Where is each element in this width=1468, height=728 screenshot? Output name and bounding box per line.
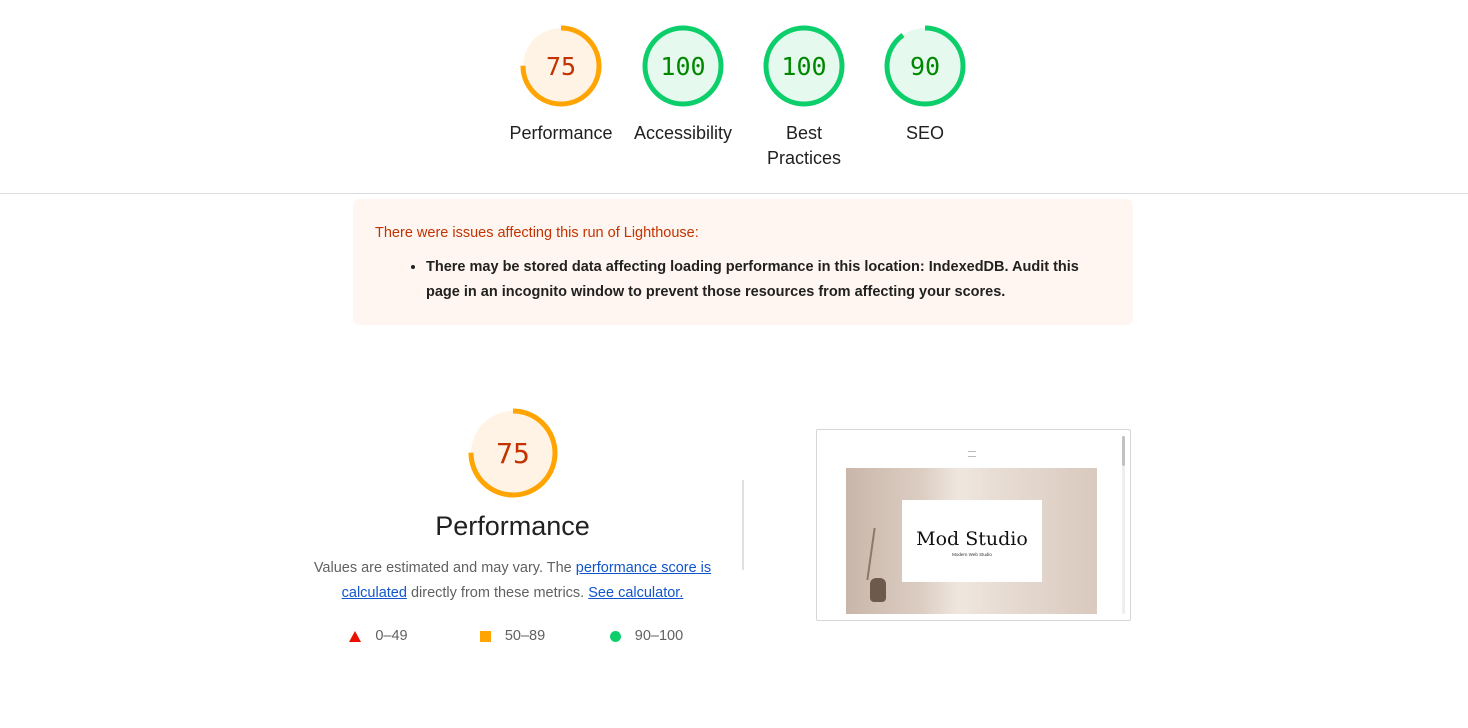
gauge-best-practices[interactable]: 100 Best Practices	[749, 24, 859, 171]
gauge-accessibility[interactable]: 100 Accessibility	[628, 24, 738, 146]
warning-item: There may be stored data affecting loadi…	[426, 255, 1111, 305]
legend-average-label: 50–89	[504, 628, 546, 644]
performance-gauge-ring: 75	[468, 408, 557, 498]
warning-title: There were issues affecting this run of …	[375, 225, 699, 241]
gauge-seo-ring: 90	[884, 25, 966, 107]
run-warnings: There were issues affecting this run of …	[353, 199, 1133, 325]
gauge-best-practices-label: Best Practices	[749, 121, 859, 171]
performance-description-text1: Values are estimated and may vary. The	[313, 560, 576, 576]
performance-description-text2: directly from these metrics.	[406, 585, 589, 601]
score-legend: 0–49 50–89 90–100	[300, 628, 725, 644]
gauge-seo[interactable]: 90 SEO	[870, 24, 980, 146]
warning-list: There may be stored data affecting loadi…	[375, 255, 1111, 305]
legend-pass-label: 90–100	[634, 628, 684, 644]
gauge-best-practices-label-line1: Best	[785, 123, 823, 143]
gauge-seo-label: SEO	[905, 123, 944, 143]
menu-icon	[968, 451, 976, 457]
screenshot-site-name: Mod Studio	[916, 528, 1028, 550]
scores-header: 75 Performance 100 Accessibility 100 Bes…	[0, 0, 1468, 194]
screenshot-title-card: Mod Studio Modern Web Studio	[902, 500, 1042, 582]
screenshot-site-subtitle: Modern Web Studio	[952, 552, 992, 557]
gauge-performance-score: 75	[546, 52, 576, 81]
gauge-seo-score: 90	[910, 52, 940, 81]
gauge-performance-label: Performance	[509, 123, 613, 143]
screenshot-hero: Mod Studio Modern Web Studio	[846, 468, 1097, 614]
legend-pass: 90–100	[580, 628, 714, 644]
final-screenshot[interactable]: Mod Studio Modern Web Studio	[816, 429, 1131, 621]
performance-gauge: 75	[300, 407, 725, 499]
gauge-best-practices-label-line2: Practices	[766, 148, 842, 168]
gauge-accessibility-label: Accessibility	[633, 123, 733, 143]
average-square-icon	[479, 630, 491, 642]
gauge-performance-ring: 75	[520, 25, 602, 107]
gauge-best-practices-ring: 100	[763, 25, 845, 107]
performance-category: 75 Performance Values are estimated and …	[300, 400, 725, 644]
gauge-best-practices-score: 100	[781, 52, 826, 81]
performance-gauge-score: 75	[496, 437, 530, 470]
performance-title: Performance	[435, 511, 590, 541]
performance-description: Values are estimated and may vary. The p…	[303, 556, 723, 606]
legend-fail: 0–49	[312, 628, 446, 644]
fail-triangle-icon	[349, 630, 362, 642]
legend-fail-label: 0–49	[375, 628, 408, 644]
screenshot-scrollbar[interactable]	[1122, 436, 1125, 614]
gauge-accessibility-score: 100	[660, 52, 705, 81]
section-divider	[742, 480, 744, 570]
pass-circle-icon	[609, 630, 621, 642]
gauge-performance[interactable]: 75 Performance	[506, 24, 616, 146]
legend-average: 50–89	[446, 628, 580, 644]
gauge-accessibility-ring: 100	[642, 25, 724, 107]
screenshot-scrollbar-thumb[interactable]	[1122, 436, 1125, 466]
dried-grass-icon	[866, 528, 896, 580]
vase-icon	[870, 578, 886, 602]
see-calculator-link[interactable]: See calculator.	[588, 585, 683, 601]
